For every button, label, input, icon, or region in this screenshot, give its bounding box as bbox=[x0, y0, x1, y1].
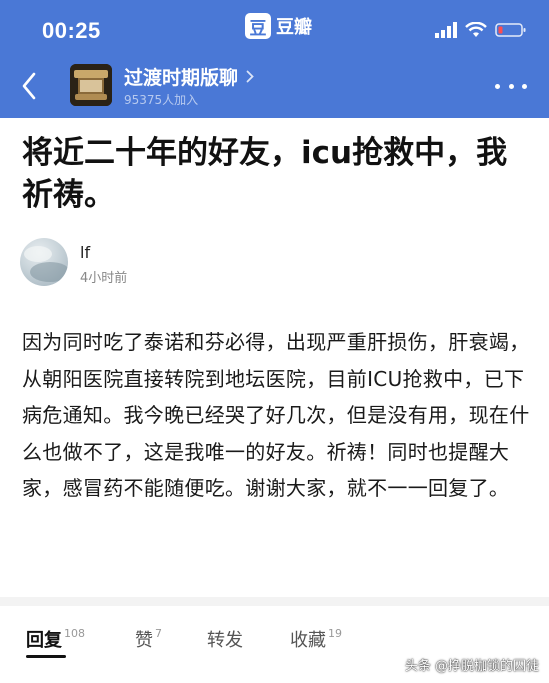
tab-replies[interactable]: 回复 108 bbox=[26, 626, 85, 652]
tab-label: 回复 bbox=[26, 630, 62, 651]
post-timestamp: 4小时前 bbox=[80, 271, 128, 286]
top-header: 00:25 豆 豆瓣 过渡时期版聊 95375人加入 bbox=[0, 0, 549, 118]
douban-logo-icon: 豆 bbox=[245, 13, 271, 39]
post-body: 因为同时吃了泰诺和芬必得，出现严重肝损伤，肝衰竭，从朝阳医院直接转院到地坛医院，… bbox=[22, 330, 530, 500]
tab-label: 收藏 bbox=[290, 630, 326, 651]
tab-reshares[interactable]: 转发 bbox=[207, 626, 245, 652]
tab-label: 转发 bbox=[207, 630, 243, 651]
signal-icon bbox=[435, 22, 457, 38]
group-name-link[interactable]: 过渡时期版聊 bbox=[124, 64, 254, 89]
group-name: 过渡时期版聊 bbox=[124, 66, 239, 89]
chevron-right-icon bbox=[246, 70, 254, 83]
author-avatar[interactable] bbox=[20, 238, 68, 286]
tab-label: 赞 bbox=[135, 630, 153, 651]
tab-count: 108 bbox=[64, 627, 85, 640]
status-icons bbox=[435, 20, 527, 40]
author-name[interactable]: lf bbox=[80, 243, 90, 262]
back-button[interactable] bbox=[14, 66, 44, 106]
group-member-count: 95375人加入 bbox=[124, 93, 199, 107]
group-avatar-image bbox=[70, 64, 112, 106]
avatar-image bbox=[24, 246, 68, 282]
wifi-icon bbox=[465, 22, 487, 37]
section-divider bbox=[0, 597, 549, 606]
active-tab-indicator bbox=[26, 655, 66, 658]
more-options-icon[interactable] bbox=[495, 76, 527, 96]
tab-likes[interactable]: 赞 7 bbox=[135, 626, 162, 652]
status-time: 00:25 bbox=[42, 18, 101, 43]
app-logo: 豆 豆瓣 bbox=[245, 13, 312, 39]
battery-icon bbox=[495, 23, 526, 37]
more-dot bbox=[495, 83, 500, 89]
tab-count: 19 bbox=[328, 627, 342, 640]
post-title: 将近二十年的好友，icu抢救中，我祈祷。 bbox=[22, 135, 508, 213]
tab-count: 7 bbox=[155, 627, 162, 640]
group-avatar[interactable] bbox=[70, 64, 112, 106]
tab-collections[interactable]: 收藏 19 bbox=[290, 626, 342, 652]
chevron-left-icon bbox=[22, 72, 36, 100]
more-dot bbox=[522, 83, 527, 89]
more-dot bbox=[508, 83, 514, 89]
watermark: 头条 @挣脱枷锁的囚徒 bbox=[404, 659, 539, 674]
app-name: 豆瓣 bbox=[276, 17, 312, 38]
